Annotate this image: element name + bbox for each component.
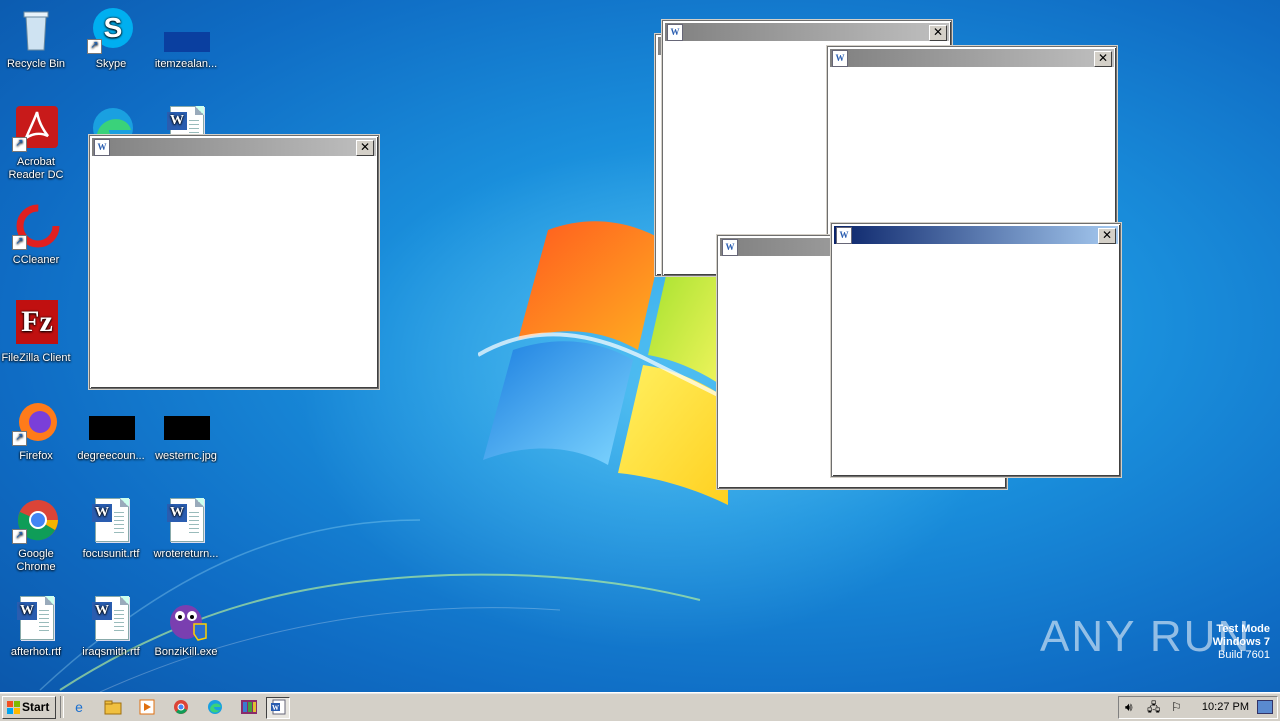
word-document-icon: W — [87, 496, 135, 544]
taskbar-separator — [60, 696, 64, 718]
wrotereturn-file[interactable]: W wrotereturn... — [148, 496, 224, 561]
recycle-bin-label: Recycle Bin — [6, 58, 66, 70]
degreecoun-label: degreecoun... — [77, 450, 145, 462]
acrobat-label: Acrobat Reader DC — [8, 156, 64, 181]
skype-shortcut[interactable]: S ↗ Skype — [73, 6, 149, 71]
close-icon[interactable]: ✕ — [929, 25, 947, 41]
skype-label: Skype — [95, 58, 127, 70]
system-tray: 🔊︎ 🖧 ⚐ 10:27 PM — [1118, 696, 1278, 719]
chrome-label: Google Chrome — [16, 548, 56, 573]
image-file-icon — [87, 398, 135, 446]
build-text: Build 7601 — [1218, 649, 1270, 661]
shortcut-arrow-icon: ↗ — [12, 431, 27, 446]
test-mode-text: Test Mode — [1216, 623, 1270, 635]
shortcut-arrow-icon: ↗ — [12, 235, 27, 250]
show-desktop-icon[interactable] — [1257, 700, 1273, 714]
word-icon: W — [722, 239, 738, 256]
firefox-shortcut[interactable]: ↗ Firefox — [0, 398, 74, 463]
westernc-label: westernc.jpg — [155, 450, 217, 462]
recycle-bin-icon — [12, 6, 60, 54]
start-button[interactable]: Start — [2, 696, 56, 719]
shortcut-arrow-icon: ↗ — [12, 137, 27, 152]
word-icon[interactable]: W — [266, 697, 290, 719]
start-label: Start — [22, 700, 50, 714]
chrome-icon[interactable] — [170, 697, 192, 717]
acrobat-icon: ↗ — [12, 104, 60, 152]
image-file-icon — [162, 398, 210, 446]
dialog-titlebar[interactable]: W ✕ — [830, 49, 1114, 67]
dialog-window-left[interactable]: W ✕ — [89, 135, 379, 389]
word-document-icon: W — [12, 594, 60, 642]
shortcut-arrow-icon: ↗ — [12, 529, 27, 544]
dialog-titlebar[interactable]: W ✕ — [92, 138, 376, 156]
dialog-titlebar[interactable]: W ✕ — [834, 226, 1118, 244]
recycle-bin-shortcut[interactable]: Recycle Bin — [0, 6, 74, 71]
afterhot-file[interactable]: W afterhot.rtf — [0, 594, 74, 659]
bonzikill-file[interactable]: BonziKill.exe — [148, 594, 224, 659]
bonzikill-label: BonziKill.exe — [154, 646, 218, 658]
iraqsmith-label: iraqsmith.rtf — [82, 646, 140, 658]
network-icon[interactable]: 🖧 — [1147, 699, 1160, 715]
skype-icon: S ↗ — [87, 6, 135, 54]
volume-icon[interactable]: 🔊︎ — [1125, 699, 1133, 715]
explorer-icon[interactable] — [102, 697, 124, 717]
shortcut-arrow-icon: ↗ — [87, 39, 102, 54]
acrobat-shortcut[interactable]: ↗ Acrobat Reader DC — [0, 104, 74, 182]
filezilla-shortcut[interactable]: Fz FileZilla Client — [0, 300, 74, 365]
iraqsmith-file[interactable]: W iraqsmith.rtf — [73, 594, 149, 659]
action-center-flag-icon[interactable]: ⚐ — [1171, 699, 1182, 715]
dialog-window-active[interactable]: W ✕ — [831, 223, 1121, 477]
focusunit-file[interactable]: W focusunit.rtf — [73, 496, 149, 561]
bonzi-icon — [162, 594, 210, 642]
westernc-file[interactable]: westernc.jpg — [148, 398, 224, 463]
ccleaner-icon: ↗ — [12, 202, 60, 250]
winrar-icon[interactable] — [238, 697, 260, 717]
degreecoun-file[interactable]: degreecoun... — [73, 398, 149, 463]
test-mode-watermark: Test Mode Windows 7 Build 7601 — [1213, 623, 1270, 662]
close-icon[interactable]: ✕ — [1098, 228, 1116, 244]
svg-text:W: W — [272, 704, 279, 712]
word-icon: W — [832, 50, 848, 67]
word-document-icon: W — [87, 594, 135, 642]
ccleaner-label: CCleaner — [12, 254, 60, 266]
desktop: Recycle Bin ↗ Acrobat Reader DC ↗ CClean… — [0, 0, 1280, 692]
word-icon: W — [94, 139, 110, 156]
filezilla-icon: Fz — [12, 300, 60, 348]
ccleaner-shortcut[interactable]: ↗ CCleaner — [0, 202, 74, 267]
filezilla-label: FileZilla Client — [1, 352, 71, 364]
clock[interactable]: 10:27 PM — [1202, 701, 1249, 713]
windows-version-text: Windows 7 — [1212, 636, 1270, 648]
close-icon[interactable]: ✕ — [1094, 51, 1112, 67]
windows-flag-icon — [7, 701, 20, 714]
dialog-titlebar[interactable]: W ✕ — [665, 23, 949, 41]
chrome-shortcut[interactable]: ↗ Google Chrome — [0, 496, 74, 574]
wrotereturn-label: wrotereturn... — [153, 548, 219, 560]
image-file-icon — [162, 6, 210, 54]
ie-icon[interactable]: e — [68, 697, 90, 717]
close-icon[interactable]: ✕ — [356, 140, 374, 156]
word-icon: W — [667, 24, 683, 41]
afterhot-label: afterhot.rtf — [10, 646, 62, 658]
word-icon: W — [836, 227, 852, 244]
firefox-icon: ↗ — [12, 398, 60, 446]
firefox-label: Firefox — [19, 450, 53, 462]
focusunit-label: focusunit.rtf — [82, 548, 140, 560]
itemzealan-label: itemzealan... — [154, 58, 218, 70]
chrome-icon: ↗ — [12, 496, 60, 544]
edge-icon[interactable] — [204, 697, 226, 717]
itemzealan-file[interactable]: itemzealan... — [148, 6, 224, 71]
word-document-icon: W — [162, 496, 210, 544]
taskbar: Start e W 🔊︎ 🖧 ⚐ 10:27 PM — [0, 692, 1280, 721]
media-player-icon[interactable] — [136, 697, 158, 717]
